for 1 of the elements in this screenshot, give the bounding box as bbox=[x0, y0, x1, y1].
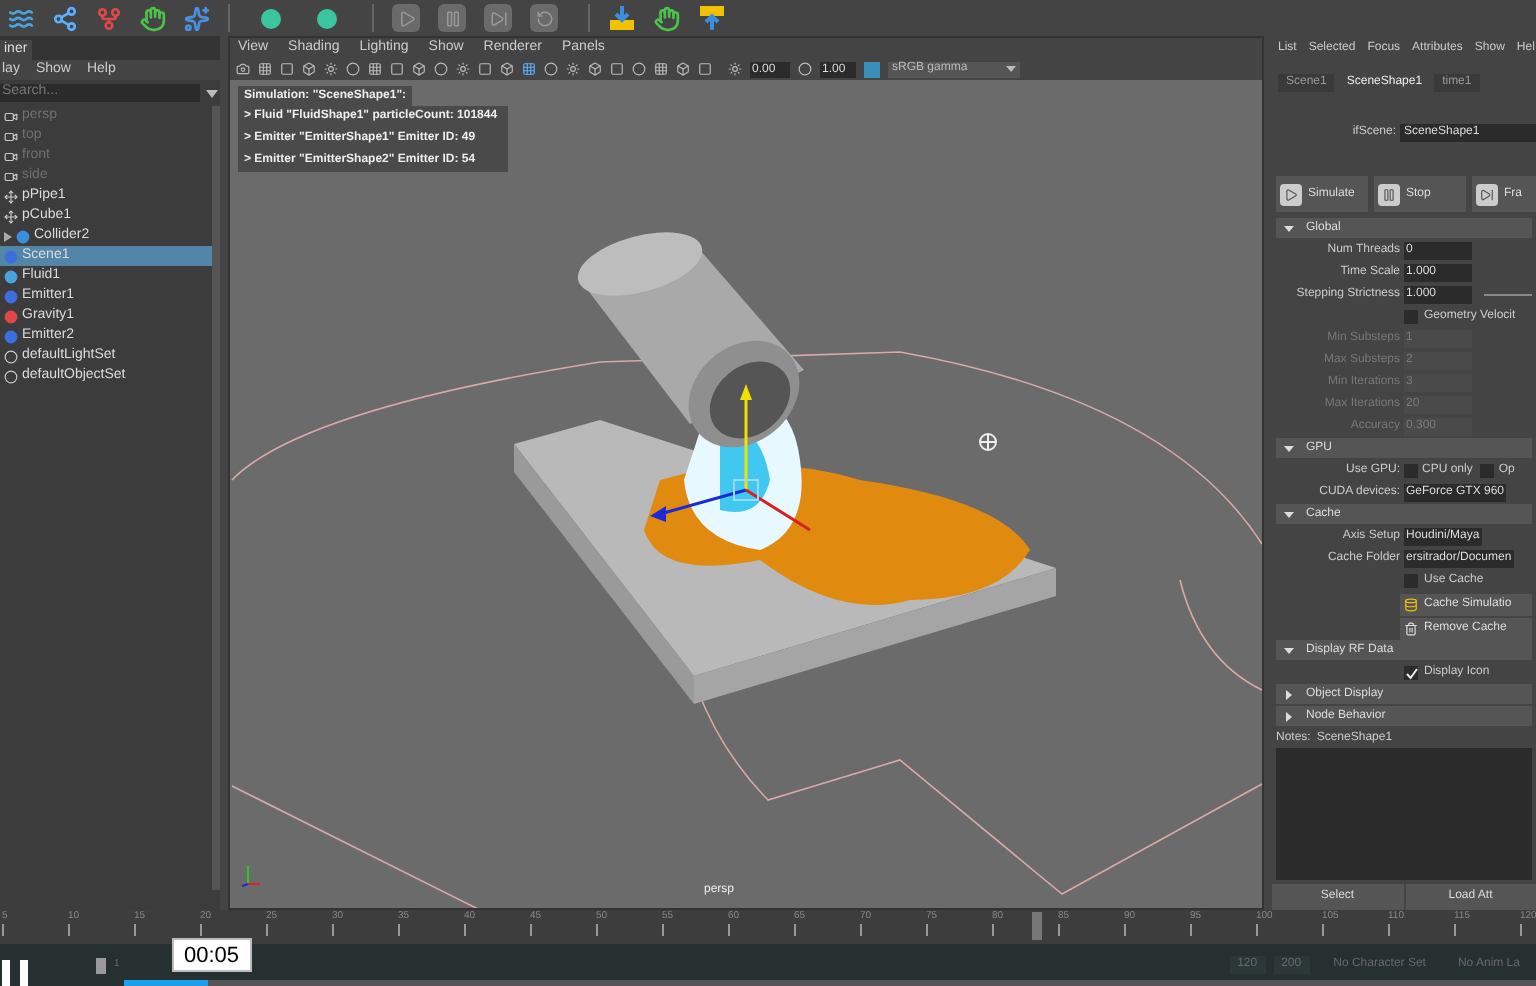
video-time-tooltip: 00:05 bbox=[172, 938, 252, 972]
